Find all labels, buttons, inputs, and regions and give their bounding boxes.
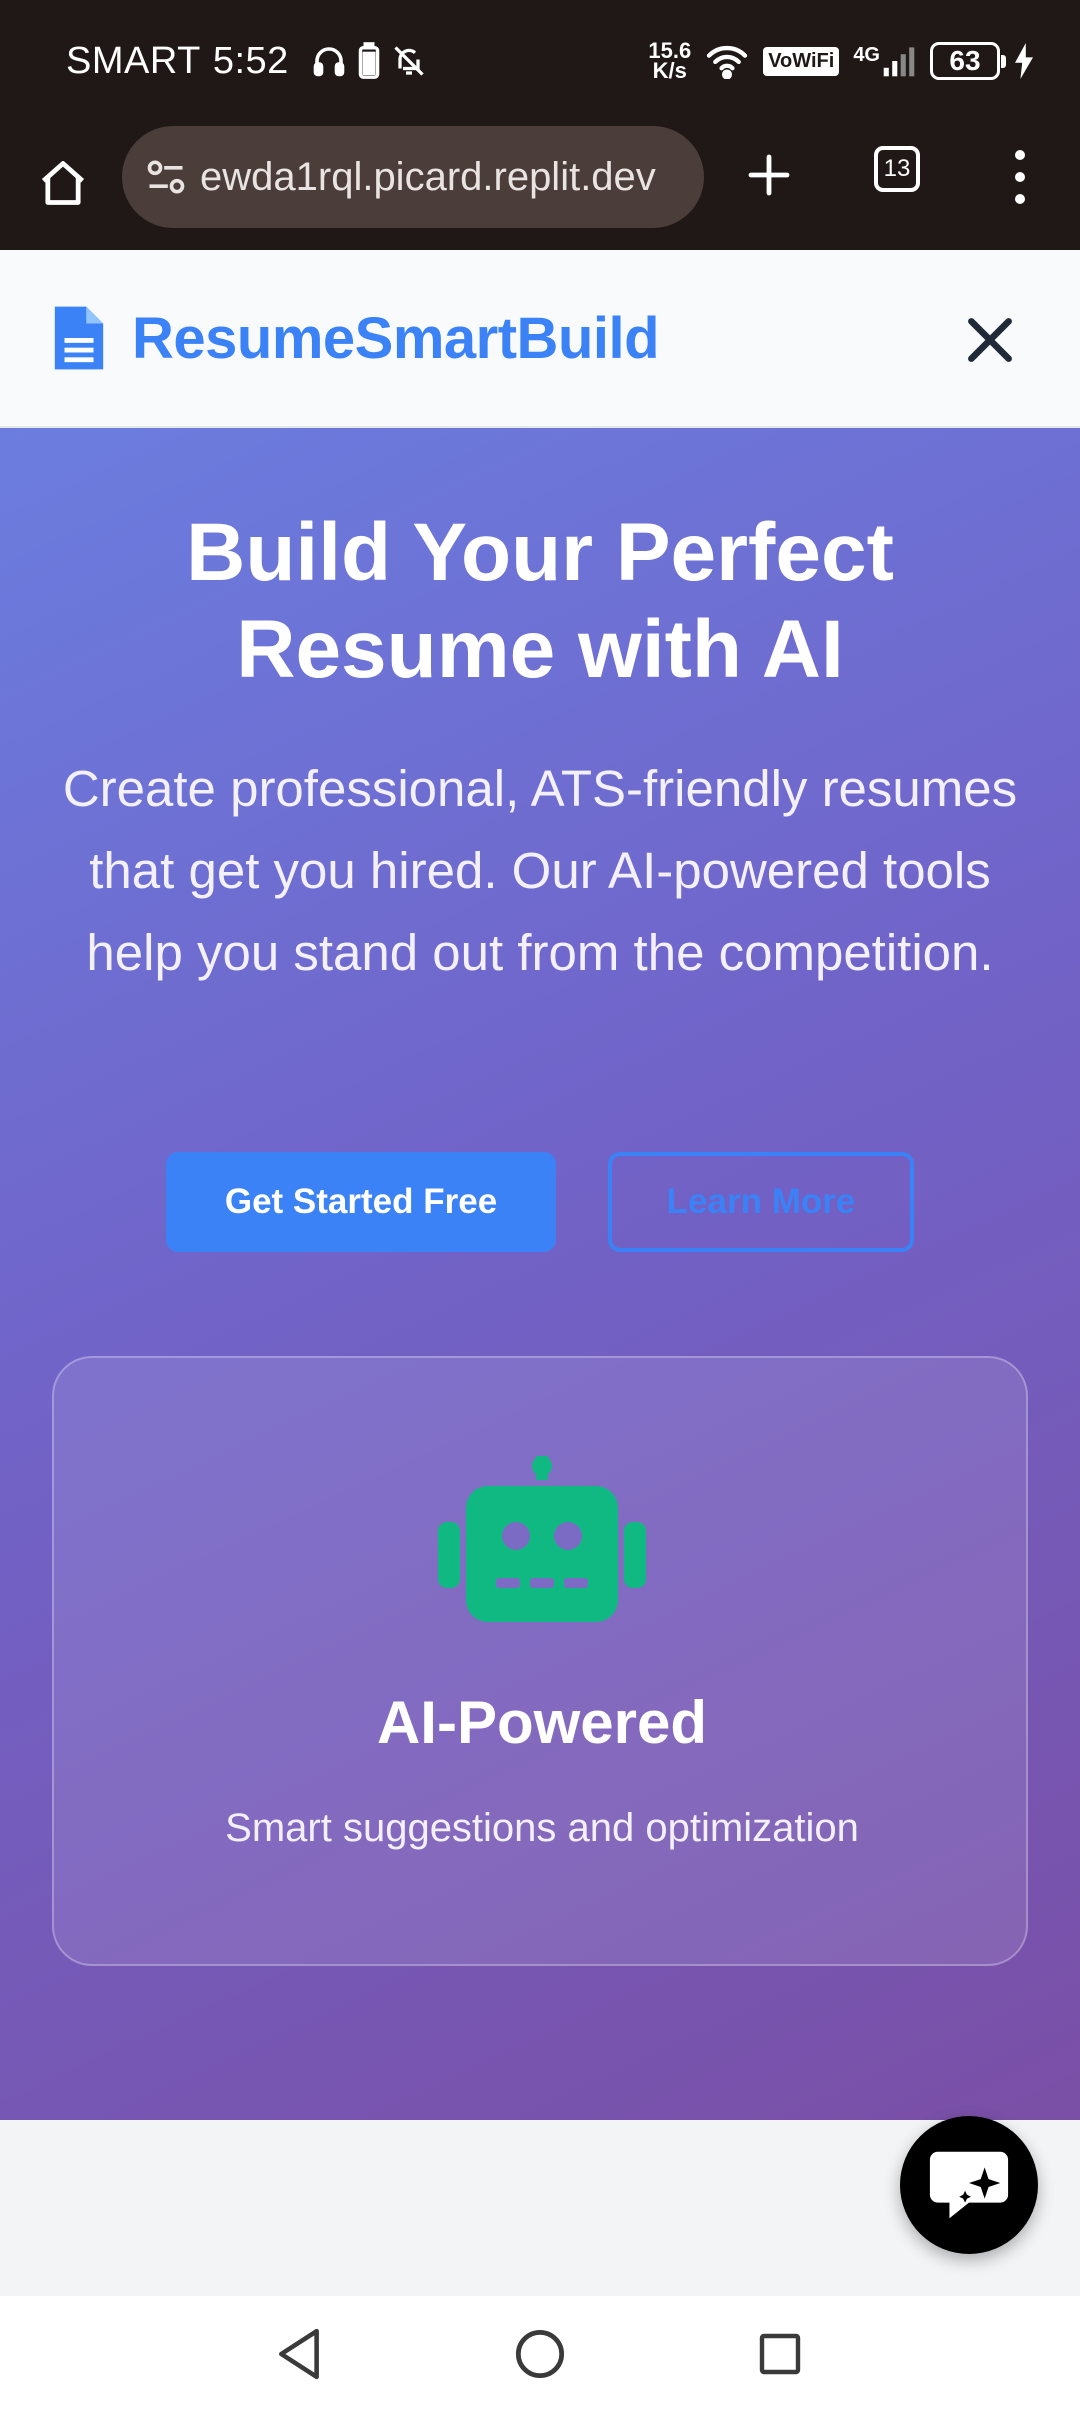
network-speed: 15.6 K/s	[648, 40, 691, 83]
recents-button[interactable]	[750, 2324, 810, 2384]
hero-title: Build Your Perfect Resume with AI	[60, 504, 1020, 698]
system-navigation-bar	[0, 2296, 1080, 2412]
document-icon	[54, 306, 104, 370]
network-speed-unit: K/s	[652, 58, 687, 83]
tab-count: 13	[883, 155, 911, 182]
browser-toolbar: ewda1rql.picard.replit.dev 13	[0, 122, 1080, 250]
carrier-label: SMART	[66, 39, 201, 82]
home-button[interactable]	[510, 2324, 570, 2384]
back-triangle-icon	[279, 2328, 319, 2380]
close-icon	[968, 318, 1012, 362]
status-icons-left	[311, 42, 427, 80]
site-settings-icon[interactable]	[144, 155, 188, 199]
battery-indicator: 63	[930, 42, 1006, 80]
status-right: 15.6 K/s VoWiFi 4G 63	[648, 40, 1034, 83]
url-text[interactable]: ewda1rql.picard.replit.dev	[200, 155, 656, 200]
vowifi-badge: VoWiFi	[763, 46, 840, 76]
learn-more-button[interactable]: Learn More	[608, 1152, 914, 1252]
bell-off-icon	[394, 46, 424, 76]
clock: 5:52	[212, 39, 289, 82]
back-button[interactable]	[270, 2324, 330, 2384]
battery-level: 63	[949, 45, 981, 76]
home-circle-icon	[515, 2329, 565, 2379]
cellular-signal: 4G	[853, 44, 916, 78]
feature-description: Smart suggestions and optimization	[225, 1806, 859, 1850]
plus-icon	[748, 154, 790, 196]
signal-bars-icon	[883, 47, 915, 77]
browser-menu-button[interactable]	[1000, 142, 1040, 212]
feature-title: AI-Powered	[376, 1689, 708, 1756]
tab-switcher-button[interactable]: 13	[874, 146, 920, 192]
menu-dot	[1015, 194, 1025, 204]
hero-title-line1: Build Your Perfect	[186, 507, 894, 598]
battery-saver-icon	[358, 42, 380, 79]
hero-section: Build Your Perfect Resume with AI Create…	[0, 428, 1080, 2120]
status-bar: SMART 5:52 15.6 K/s VoWiFi 4G 63	[0, 0, 1080, 122]
new-tab-button[interactable]	[738, 144, 800, 206]
network-type-label: 4G	[853, 44, 880, 66]
browser-home-button[interactable]	[32, 152, 94, 214]
menu-dot	[1015, 150, 1025, 160]
screen: SMART 5:52 15.6 K/s VoWiFi 4G 63 ewda1rq…	[0, 0, 1080, 2412]
close-menu-button[interactable]	[950, 300, 1030, 380]
brand-logo-text[interactable]: ResumeSmartBuild	[132, 305, 660, 372]
feature-card: AI-Powered Smart suggestions and optimiz…	[52, 1356, 1028, 1966]
recents-square-icon	[759, 2333, 801, 2375]
headphones-icon	[313, 47, 345, 77]
hero-title-line2: Resume with AI	[236, 604, 844, 695]
charging-bolt-icon	[1015, 43, 1033, 79]
hero-subtitle: Create professional, ATS-friendly resume…	[62, 760, 1018, 981]
wifi-icon	[707, 45, 748, 79]
site-header: ResumeSmartBuild	[0, 250, 1080, 428]
home-icon	[41, 161, 85, 205]
robot-icon	[438, 1456, 646, 1622]
get-started-button[interactable]: Get Started Free	[166, 1152, 556, 1252]
address-bar[interactable]: ewda1rql.picard.replit.dev	[122, 126, 704, 228]
chat-button[interactable]	[900, 2116, 1038, 2254]
chat-sparkle-icon	[929, 2151, 1009, 2219]
status-left: SMART 5:52	[66, 40, 427, 83]
menu-dot	[1015, 172, 1025, 182]
